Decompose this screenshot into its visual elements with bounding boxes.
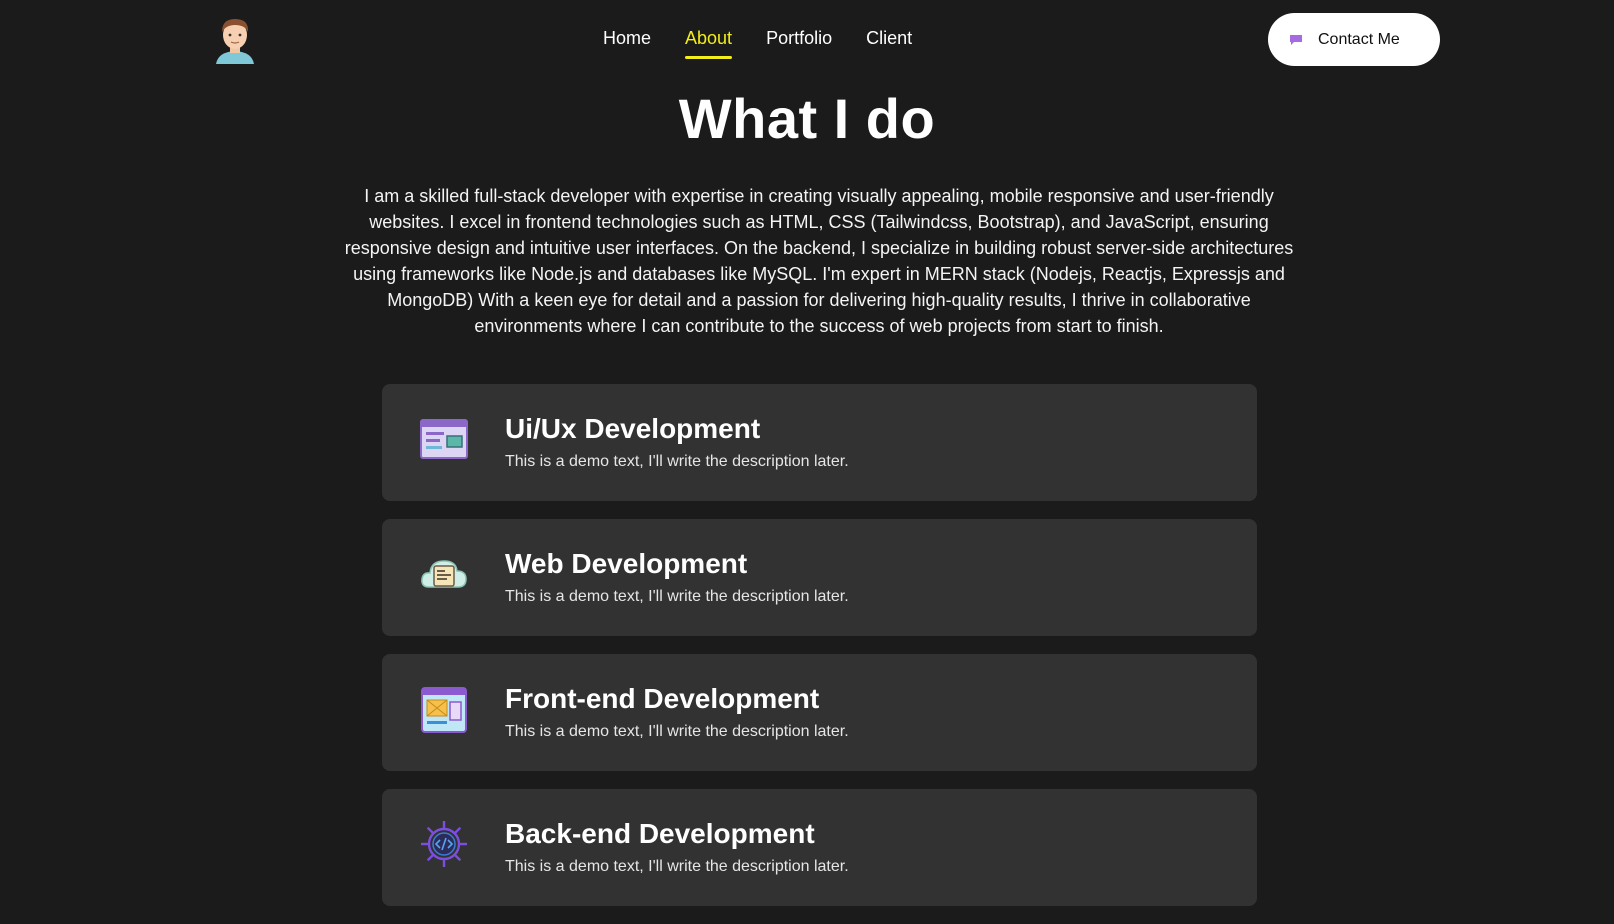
service-description: This is a demo text, I'll write the desc…	[505, 858, 849, 875]
service-description: This is a demo text, I'll write the desc…	[505, 453, 849, 470]
service-title: Ui/Ux Development	[505, 413, 761, 444]
intro-paragraph: I am a skilled full-stack developer with…	[344, 186, 1294, 336]
service-card-web: Web Development This is a demo text, I'l…	[382, 519, 1257, 636]
avatar-logo[interactable]	[212, 14, 258, 64]
avatar-icon	[216, 19, 254, 64]
contact-me-label: Contact Me	[1318, 30, 1400, 48]
nav-about[interactable]: About	[685, 28, 733, 59]
contact-me-button[interactable]: Contact Me	[1268, 13, 1440, 66]
service-description: This is a demo text, I'll write the desc…	[505, 588, 849, 605]
gear-code-icon	[419, 819, 469, 869]
service-title: Web Development	[505, 548, 748, 579]
nav-portfolio[interactable]: Portfolio	[766, 28, 832, 59]
navbar: Home About Portfolio Client Contact Me	[0, 0, 1614, 80]
services-list: Ui/Ux Development This is a demo text, I…	[382, 384, 1257, 924]
chat-icon	[1290, 34, 1302, 45]
service-title: Front-end Development	[505, 683, 820, 714]
nav-home[interactable]: Home	[603, 28, 651, 59]
nav-client[interactable]: Client	[866, 28, 912, 59]
service-title: Back-end Development	[505, 818, 815, 849]
service-description: This is a demo text, I'll write the desc…	[505, 723, 849, 740]
service-card-uiux: Ui/Ux Development This is a demo text, I…	[382, 384, 1257, 501]
browser-window-icon	[419, 414, 469, 464]
main-nav: Home About Portfolio Client	[603, 28, 946, 59]
frontend-layout-icon	[419, 684, 469, 734]
service-card-backend: Back-end Development This is a demo text…	[382, 789, 1257, 906]
service-card-frontend: Front-end Development This is a demo tex…	[382, 654, 1257, 771]
cloud-web-icon	[419, 549, 469, 599]
page-title: What I do	[678, 87, 936, 150]
